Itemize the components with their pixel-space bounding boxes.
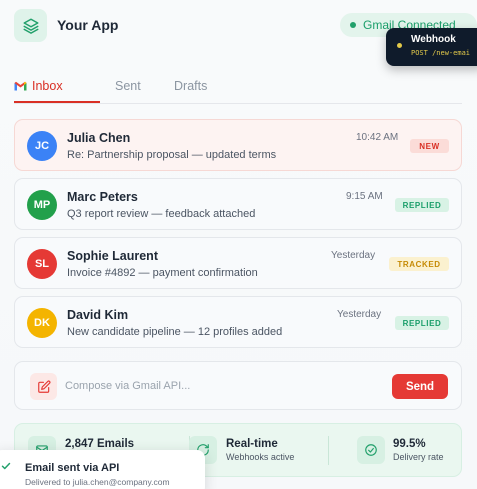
app-title: Your App [57, 17, 119, 33]
tab-drafts[interactable]: Drafts [174, 79, 207, 93]
email-time: 10:42 AM [356, 132, 399, 143]
mail-tabs: Inbox Sent Drafts [14, 72, 462, 104]
toast-subtitle: Delivered to julia.chen@company.com [25, 477, 170, 487]
email-time: 9:15 AM [346, 191, 383, 202]
tab-inbox-label: Inbox [32, 79, 63, 93]
email-subject: New candidate pipeline — 12 profiles add… [67, 326, 283, 338]
email-row[interactable]: SL Sophie Laurent Invoice #4892 — paymen… [14, 237, 462, 289]
app-logo-icon [14, 9, 47, 42]
edit-icon [30, 373, 57, 400]
app-window: Your App Gmail Connected Inbox Sent Draf… [0, 0, 477, 489]
avatar: JC [27, 131, 57, 161]
email-subject: Invoice #4892 — payment confirmation [67, 267, 258, 279]
check-icon [1, 462, 11, 470]
email-sender: Marc Peters [67, 190, 138, 204]
status-badge: REPLIED [395, 316, 449, 330]
webhook-popup: Webhook POST /new-emai [386, 28, 477, 66]
email-time: Yesterday [331, 250, 376, 261]
email-sender: Julia Chen [67, 131, 131, 145]
toast-title: Email sent via API [25, 462, 120, 474]
check-circle-icon [357, 436, 385, 464]
email-subject: Re: Partnership proposal — updated terms [67, 149, 277, 161]
stat-delivery-label: Delivery rate [393, 452, 444, 462]
active-tab-indicator [14, 101, 100, 103]
status-badge: REPLIED [395, 198, 449, 212]
stat-emails-value: 2,847 Emails [65, 438, 135, 450]
stat-realtime-value: Real-time [226, 438, 278, 450]
email-row[interactable]: JC Julia Chen Re: Partnership proposal —… [14, 119, 462, 171]
stat-divider [328, 436, 329, 465]
status-badge: NEW [410, 139, 449, 153]
avatar: DK [27, 308, 57, 338]
send-button[interactable]: Send [392, 374, 448, 399]
avatar: SL [27, 249, 57, 279]
webhook-dot-icon [397, 43, 402, 48]
email-row[interactable]: MP Marc Peters Q3 report review — feedba… [14, 178, 462, 230]
status-badge: TRACKED [389, 257, 449, 271]
email-sender: Sophie Laurent [67, 249, 158, 263]
email-row[interactable]: DK David Kim New candidate pipeline — 12… [14, 296, 462, 348]
stat-realtime-label: Webhooks active [226, 452, 295, 462]
email-time: Yesterday [337, 309, 382, 320]
gmail-icon [14, 81, 27, 91]
email-subject: Q3 report review — feedback attached [67, 208, 256, 220]
toast-notification: Email sent via API Delivered to julia.ch… [0, 450, 205, 489]
email-sender: David Kim [67, 308, 129, 322]
tab-sent[interactable]: Sent [115, 79, 141, 93]
webhook-title: Webhook [411, 34, 456, 45]
stat-delivery-value: 99.5% [393, 438, 426, 450]
compose-input[interactable] [65, 377, 375, 395]
compose-bar: Send [14, 361, 462, 410]
avatar: MP [27, 190, 57, 220]
status-dot-icon [350, 22, 356, 28]
webhook-endpoint: POST /new-emai [411, 49, 471, 57]
